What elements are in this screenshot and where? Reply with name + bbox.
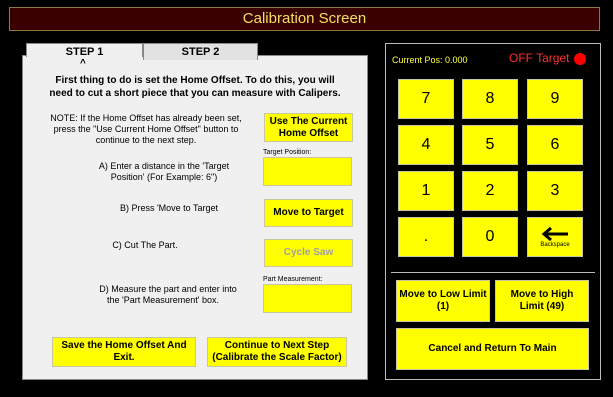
left-arrow-icon xyxy=(541,226,568,242)
part-measurement-input[interactable] xyxy=(263,284,352,313)
tab-step-1[interactable]: STEP 1 xyxy=(26,43,143,58)
target-position-label: Target Position: xyxy=(263,149,312,156)
high-limit-label-1: Move to High xyxy=(510,289,574,300)
step-b-text: B) Press 'Move to Target xyxy=(119,203,219,213)
part-measurement-label: Part Measurement: xyxy=(263,276,323,283)
move-to-high-limit-button[interactable]: Move to High Limit (49) xyxy=(495,280,589,322)
move-to-low-limit-button[interactable]: Move to Low Limit (1) xyxy=(396,280,490,322)
key-4[interactable]: 4 xyxy=(398,125,454,165)
backspace-label: Backspace xyxy=(540,242,570,248)
key-1[interactable]: 1 xyxy=(398,171,454,211)
note-line-2: press the "Use Current Home Offset" butt… xyxy=(53,124,239,134)
save-label-2: Exit. xyxy=(113,352,135,363)
move-to-target-button[interactable]: Move to Target xyxy=(264,199,353,227)
note-line-3: continue to the next step. xyxy=(95,135,197,145)
intro-line-2: need to cut a short piece that you can m… xyxy=(49,88,341,99)
key-5[interactable]: 5 xyxy=(462,125,518,165)
use-current-label-1: Use The Current xyxy=(269,115,348,127)
current-position-readout: Current Pos: 0.000 xyxy=(392,55,468,65)
continue-label-1: Continue to Next Step xyxy=(224,340,330,351)
save-home-offset-button[interactable]: Save the Home Offset And Exit. xyxy=(52,337,196,367)
key-decimal[interactable]: . xyxy=(398,217,454,257)
key-6[interactable]: 6 xyxy=(527,125,583,165)
cycle-saw-button[interactable]: Cycle Saw xyxy=(264,239,353,267)
cancel-return-main-button[interactable]: Cancel and Return To Main xyxy=(396,328,589,370)
step-d-line-2: the 'Part Measurement' box. xyxy=(107,295,219,305)
save-label-1: Save the Home Offset And xyxy=(61,340,187,351)
backspace-button[interactable]: Backspace xyxy=(527,217,583,257)
step-d-line-1: D) Measure the part and enter into xyxy=(99,284,237,294)
continue-label-2: (Calibrate the Scale Factor) xyxy=(212,352,342,363)
step-a-line-1: A) Enter a distance in the 'Target xyxy=(98,161,230,171)
target-position-input[interactable] xyxy=(263,157,352,186)
tab-step-2[interactable]: STEP 2 xyxy=(143,43,258,60)
continue-next-step-button[interactable]: Continue to Next Step (Calibrate the Sca… xyxy=(207,337,347,367)
low-limit-label-1: Move to Low Limit xyxy=(399,289,487,300)
key-3[interactable]: 3 xyxy=(527,171,583,211)
use-current-label-2: Home Offset xyxy=(278,127,339,139)
use-current-home-offset-button[interactable]: Use The Current Home Offset xyxy=(264,113,353,142)
caret-up-icon: ^ xyxy=(80,58,86,69)
window-title: Calibration Screen xyxy=(9,7,600,31)
intro-line-1: First thing to do is set the Home Offset… xyxy=(55,75,335,86)
key-8[interactable]: 8 xyxy=(462,79,518,119)
target-status-indicator-icon xyxy=(574,53,586,65)
low-limit-label-2: (1) xyxy=(436,301,450,312)
target-status-text: OFF Target xyxy=(509,51,570,65)
key-7[interactable]: 7 xyxy=(398,79,454,119)
step-a-line-2: Position' (For Example: 6") xyxy=(110,172,218,182)
key-2[interactable]: 2 xyxy=(462,171,518,211)
key-0[interactable]: 0 xyxy=(462,217,518,257)
keypad-divider xyxy=(391,272,595,273)
note-line-1: NOTE: If the Home Offset has already bee… xyxy=(50,113,242,123)
key-9[interactable]: 9 xyxy=(527,79,583,119)
high-limit-label-2: Limit (49) xyxy=(519,301,565,312)
step-c-text: C) Cut The Part. xyxy=(112,240,178,250)
